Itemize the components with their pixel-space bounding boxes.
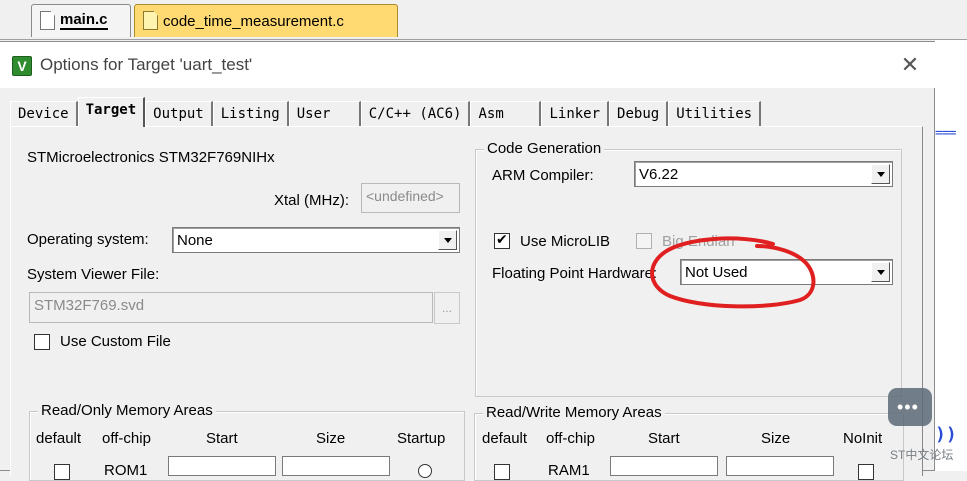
file-icon (143, 11, 158, 30)
fph-value: Not Used (685, 264, 748, 281)
rw-header-size: Size (761, 430, 791, 447)
ro-header-start: Start (206, 430, 238, 447)
ro-header-offchip: off-chip (102, 430, 151, 447)
ro-start-input[interactable] (168, 456, 276, 476)
use-microlib-checkbox[interactable] (494, 231, 510, 249)
dialog-title: Options for Target 'uart_test' (40, 55, 253, 74)
ro-default-checkbox[interactable] (54, 464, 70, 480)
rw-noinit-checkbox[interactable] (858, 464, 874, 480)
rw-header-start: Start (648, 430, 680, 447)
options-dialog: V Options for Target 'uart_test' ✕ Devic… (0, 41, 935, 481)
rw-start-input[interactable] (610, 456, 718, 476)
tab-linker[interactable]: Linker (541, 101, 610, 127)
fph-label: Floating Point Hardware: (492, 265, 658, 282)
rw-size-input[interactable] (726, 456, 834, 476)
ro-header-startup: Startup (397, 430, 446, 447)
os-label: Operating system: (27, 231, 149, 248)
os-select[interactable]: None (172, 227, 460, 253)
ro-header-default: default (36, 430, 82, 447)
ro-memory-legend: Read/Only Memory Areas (38, 402, 216, 419)
chevron-down-icon (871, 164, 890, 184)
big-endian-label: Big Endian (662, 233, 735, 250)
compiler-label: ARM Compiler: (492, 167, 594, 184)
rw-header-noinit: NoInit (843, 430, 883, 447)
editor-tab-label: code_time_measurement.c (163, 12, 344, 30)
tab-asm[interactable]: Asm (470, 101, 542, 127)
rw-header-offchip: off-chip (546, 430, 595, 447)
xtal-value: <undefined> (366, 188, 444, 204)
tab-listing[interactable]: Listing (212, 101, 289, 127)
close-button[interactable]: ✕ (895, 50, 925, 80)
tab-debug[interactable]: Debug (609, 101, 669, 127)
rw-header-default: default (482, 430, 528, 447)
rw-memory-legend: Read/Write Memory Areas (483, 404, 665, 421)
chevron-down-icon (871, 262, 890, 282)
use-custom-file-checkbox[interactable] (34, 334, 50, 350)
tab-cpp[interactable]: C/C++ (AC6) (360, 101, 471, 127)
editor-tab-label: main.c (60, 11, 108, 30)
tab-output[interactable]: Output (145, 101, 213, 127)
chat-bubble-icon: ••• (888, 388, 932, 426)
close-icon: ✕ (900, 52, 920, 77)
svd-label: System Viewer File: (27, 266, 160, 283)
big-endian-checkbox[interactable] (636, 233, 652, 249)
ro-size-input[interactable] (282, 456, 390, 476)
tab-user[interactable]: User (288, 101, 361, 127)
ro-header-size: Size (316, 430, 346, 447)
forum-watermark: ••• ST中文论坛 (888, 388, 967, 471)
dialog-titlebar: V Options for Target 'uart_test' ✕ (0, 42, 935, 88)
options-tab-bar: Device Target Output Listing User C/C++ … (10, 97, 762, 127)
svd-input[interactable]: STM32F769.svd (29, 292, 433, 323)
xtal-label: Xtal (MHz): (274, 192, 349, 209)
rw-default-checkbox[interactable] (494, 464, 510, 480)
os-value: None (177, 232, 213, 249)
xtal-input[interactable]: <undefined> (361, 183, 460, 213)
watermark-text: ST中文论坛 (890, 448, 954, 462)
use-custom-file-label: Use Custom File (60, 333, 171, 350)
editor-tab-main-c[interactable]: main.c (31, 4, 131, 37)
keil-app-icon: V (12, 56, 32, 76)
compiler-select[interactable]: V6.22 (634, 161, 893, 187)
ro-startup-radio[interactable] (418, 464, 432, 478)
tab-target[interactable]: Target (77, 97, 146, 127)
svd-browse-button[interactable]: ... (434, 292, 460, 324)
compiler-value: V6.22 (639, 166, 679, 183)
editor-tab-strip: main.c code_time_measurement.c (0, 0, 967, 40)
editor-code-fragment: === (935, 126, 957, 141)
fph-select[interactable]: Not Used (680, 259, 893, 285)
editor-tab-code-time-measurement[interactable]: code_time_measurement.c (134, 4, 398, 37)
chevron-down-icon (438, 230, 457, 250)
tab-utilities[interactable]: Utilities (668, 101, 762, 127)
tab-device[interactable]: Device (10, 101, 78, 127)
device-name: STMicroelectronics STM32F769NIHx (27, 149, 275, 166)
file-icon (40, 11, 55, 30)
code-generation-legend: Code Generation (484, 140, 605, 157)
svd-value: STM32F769.svd (34, 297, 145, 314)
use-microlib-label: Use MicroLIB (520, 233, 611, 250)
